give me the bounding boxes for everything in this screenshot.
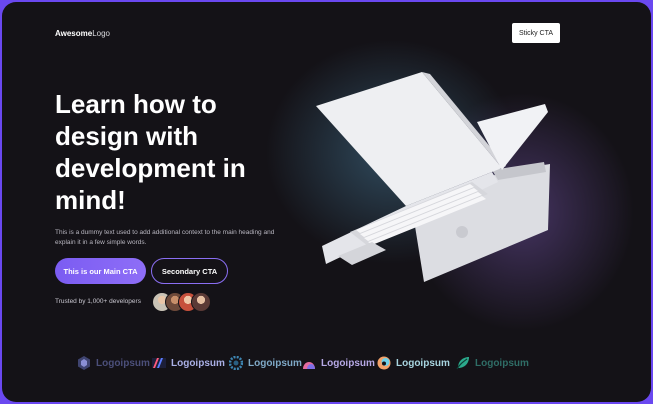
hero-section: AwesomeLogo Sticky CTA Learn how to desi… xyxy=(2,2,651,402)
partner-logo-label: Logoipsum xyxy=(248,357,302,369)
secondary-cta-button[interactable]: Secondary CTA xyxy=(151,258,228,284)
leaf-logo-icon xyxy=(456,357,469,370)
partner-logo-label: Logoipsum xyxy=(321,357,375,369)
partner-logo-label: Logoipsum xyxy=(96,357,150,369)
arch-logo-icon xyxy=(303,362,315,369)
partner-logo[interactable]: Logoipsum xyxy=(456,355,529,371)
partner-logos: Logoipsum Logoipsum Logoipsum Logoipsum xyxy=(72,353,542,373)
laptop-image xyxy=(316,72,550,282)
laptop-illustration xyxy=(302,60,562,290)
hero-headline: Learn how to design with development in … xyxy=(55,89,246,215)
partner-logo[interactable]: Logoipsum xyxy=(152,355,225,371)
partner-logo-label: Logoipsum xyxy=(475,357,529,369)
hero-subtext: This is a dummy text used to add additio… xyxy=(55,229,275,246)
hexagon-logo-icon xyxy=(78,356,90,370)
partner-logo[interactable]: Logoipsum xyxy=(229,355,302,371)
gear-ring-logo-icon xyxy=(229,356,243,370)
partner-logo-label: Logoipsum xyxy=(396,357,450,369)
brand-logo-rest: Logo xyxy=(92,29,110,38)
swirl-logo-icon xyxy=(377,356,391,370)
main-cta-button[interactable]: This is our Main CTA xyxy=(55,258,146,284)
brand-logo[interactable]: AwesomeLogo xyxy=(55,29,110,38)
partner-logo-label: Logoipsum xyxy=(171,357,225,369)
stripes-logo-icon xyxy=(152,358,166,368)
sticky-cta-button[interactable]: Sticky CTA xyxy=(512,23,560,43)
avatar-group xyxy=(152,292,222,312)
brand-logo-bold: Awesome xyxy=(55,29,93,38)
partner-logo[interactable]: Logoipsum xyxy=(377,355,450,371)
partner-logo[interactable]: Logoipsum xyxy=(77,355,150,371)
partner-logo[interactable]: Logoipsum xyxy=(302,355,375,371)
trusted-text: Trusted by 1,000+ developers xyxy=(55,298,141,305)
avatar xyxy=(191,292,211,312)
